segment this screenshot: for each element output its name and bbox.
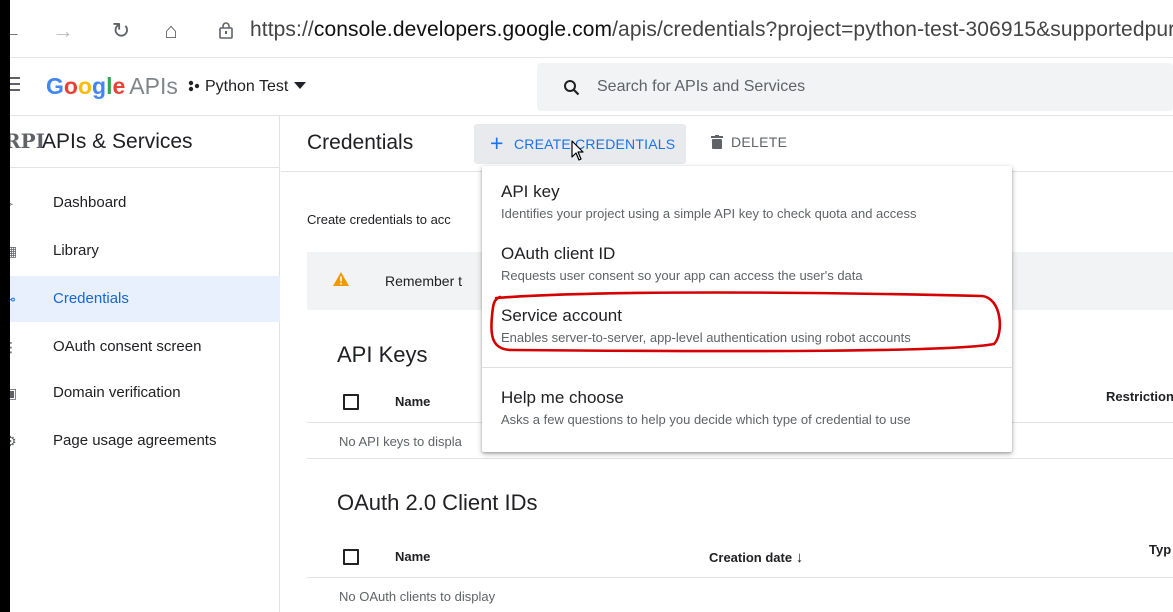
warning-icon	[333, 272, 349, 286]
sidebar-item-dashboard[interactable]: ⟡ Dashboard	[10, 180, 280, 226]
column-creation-date[interactable]: Creation date ↓	[709, 549, 803, 566]
consent-icon: ⋮	[10, 339, 18, 355]
trash-icon	[711, 135, 723, 149]
home-icon[interactable]: ⌂	[158, 18, 184, 44]
page-title: Credentials	[307, 131, 414, 154]
settings-icon: ⚙	[10, 433, 17, 449]
sidebar-item-page-usage[interactable]: ⚙ Page usage agreements	[10, 418, 280, 464]
page-toolbar: Credentials + CREATE CREDENTIALS DELETE	[281, 116, 1173, 172]
column-name[interactable]: Name	[395, 394, 430, 409]
sidebar-item-label: Page usage agreements	[53, 432, 217, 449]
delete-button[interactable]: DELETE	[711, 134, 787, 150]
url-scheme: https://	[250, 18, 314, 41]
app-header: Google APIs Python Test	[10, 58, 1173, 116]
search-input[interactable]	[597, 73, 1097, 101]
menu-item-title: Help me choose	[501, 388, 624, 407]
search-icon	[564, 80, 580, 96]
menu-icon[interactable]	[10, 77, 20, 91]
sidebar-item-oauth-consent[interactable]: ⋮ OAuth consent screen	[10, 324, 280, 370]
menu-item-oauth-client-id[interactable]: OAuth client ID Requests user consent so…	[482, 236, 1012, 296]
menu-item-api-key[interactable]: API key Identifies your project using a …	[482, 174, 1012, 234]
checkbox-icon: ▣	[10, 385, 18, 401]
forward-arrow-icon[interactable]: →	[50, 18, 76, 44]
menu-item-title: OAuth client ID	[501, 244, 616, 263]
sidebar-item-label: Library	[53, 242, 99, 259]
menu-item-description: Enables server-to-server, app-level auth…	[501, 330, 911, 345]
google-wordmark: Google	[46, 73, 126, 99]
column-name[interactable]: Name	[395, 549, 430, 564]
menu-item-help-me-choose[interactable]: Help me choose Asks a few questions to h…	[482, 380, 1012, 440]
google-apis-logo[interactable]: Google APIs	[46, 73, 178, 100]
project-dots-icon	[188, 80, 200, 92]
project-name: Python Test	[205, 78, 289, 95]
search-bar[interactable]	[537, 63, 1173, 111]
menu-item-title: API key	[501, 182, 560, 201]
screen: ← → ↻ ⌂ https://console.developers.googl…	[10, 0, 1173, 612]
key-icon: ⊸	[10, 291, 20, 307]
sidebar-header: RPI APIs & Services	[10, 116, 279, 168]
oauth-table-header: Name Creation date ↓	[307, 536, 1173, 578]
sidebar-item-label: OAuth consent screen	[53, 338, 202, 355]
empty-message: No API keys to displa	[339, 434, 462, 449]
create-credentials-label: CREATE CREDENTIALS	[514, 136, 676, 152]
oauth-empty-row: No OAuth clients to display	[307, 578, 1173, 612]
lock-icon[interactable]	[218, 21, 234, 39]
delete-label: DELETE	[731, 134, 788, 150]
column-restrictions[interactable]: Restrictions	[1106, 389, 1173, 404]
oauth-client-ids-title: OAuth 2.0 Client IDs	[337, 490, 538, 515]
sidebar-item-label: Dashboard	[53, 194, 127, 211]
select-all-checkbox[interactable]	[343, 549, 359, 565]
url-path: /apis/credentials?project=python-test-30…	[612, 18, 1173, 41]
sort-down-arrow-icon: ↓	[795, 549, 804, 566]
sidebar-item-label: Credentials	[53, 290, 129, 307]
select-all-checkbox[interactable]	[343, 394, 359, 410]
menu-item-title: Service account	[501, 306, 622, 325]
menu-item-description: Requests user consent so your app can ac…	[501, 268, 863, 283]
mouse-cursor-icon	[571, 140, 584, 161]
dashboard-icon: ⟡	[10, 195, 20, 211]
empty-message: No OAuth clients to display	[339, 589, 496, 604]
menu-item-description: Asks a few questions to help you decide …	[501, 412, 911, 427]
sidebar-item-domain-verification[interactable]: ▣ Domain verification	[10, 370, 280, 416]
browser-toolbar: ← → ↻ ⌂ https://console.developers.googl…	[10, 0, 1173, 58]
reload-icon[interactable]: ↻	[108, 18, 134, 44]
sidebar: RPI APIs & Services ⟡ Dashboard ▦ Librar…	[10, 116, 280, 612]
plus-icon: +	[490, 130, 504, 156]
column-type[interactable]: Typ	[1149, 542, 1171, 557]
back-arrow-icon[interactable]: ←	[10, 18, 24, 44]
menu-divider	[482, 367, 1012, 368]
sidebar-item-label: Domain verification	[53, 384, 181, 401]
caret-down-icon	[294, 82, 307, 89]
api-keys-title: API Keys	[337, 342, 428, 367]
apis-wordmark: APIs	[129, 73, 178, 99]
menu-item-description: Identifies your project using a simple A…	[501, 206, 917, 221]
api-icon: RPI	[10, 129, 46, 153]
library-icon: ▦	[10, 243, 18, 259]
intro-text: Create credentials to acc	[307, 212, 451, 227]
create-credentials-menu: API key Identifies your project using a …	[482, 166, 1012, 452]
url-host: console.developers.google.com	[313, 18, 613, 41]
menu-item-service-account[interactable]: Service account Enables server-to-server…	[482, 298, 1012, 358]
sidebar-item-library[interactable]: ▦ Library	[10, 228, 280, 274]
sidebar-item-credentials[interactable]: ⊸ Credentials	[10, 276, 280, 322]
project-selector[interactable]: Python Test	[188, 78, 307, 96]
address-bar[interactable]: https://console.developers.google.com/ap…	[250, 18, 1173, 42]
sidebar-title: APIs & Services	[42, 130, 193, 153]
